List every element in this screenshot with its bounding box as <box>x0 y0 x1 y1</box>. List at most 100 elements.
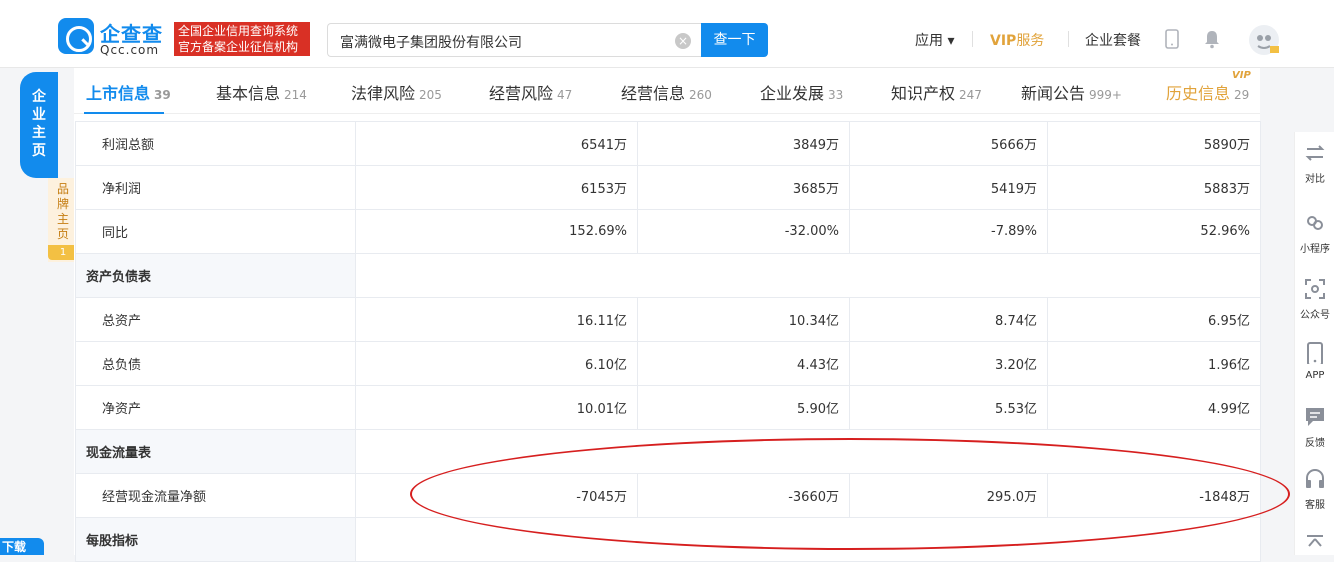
table-row: 净资产 10.01亿 5.90亿 5.53亿 4.99亿 <box>75 385 1261 430</box>
tab-development[interactable]: 企业发展 33 <box>760 80 843 104</box>
table-row: 总负债 6.10亿 4.43亿 3.20亿 1.96亿 <box>75 341 1261 386</box>
customer-service-button[interactable]: 客服 <box>1295 468 1334 511</box>
vip-service-label: 服务 <box>1016 33 1045 49</box>
cell-value: 152.69% <box>355 209 638 254</box>
row-label: 总负债 <box>75 341 356 386</box>
section-empty <box>355 253 1261 298</box>
tab-label: 历史信息 <box>1166 84 1231 103</box>
compare-button[interactable]: 对比 <box>1295 142 1334 185</box>
slogan-line-1: 全国企业信用查询系统 <box>178 24 299 38</box>
tab-label: 经营风险 <box>489 84 554 103</box>
cell-value: 3.20亿 <box>849 341 1048 386</box>
tab-count: 214 <box>284 88 307 102</box>
apps-menu[interactable]: 应用 ▾ <box>915 30 954 50</box>
cell-value: 6153万 <box>355 165 638 210</box>
tab-label: 知识产权 <box>891 84 956 103</box>
tab-history[interactable]: 历史信息 29 <box>1166 80 1249 104</box>
cell-value: 4.43亿 <box>637 341 850 386</box>
cell-value: 6541万 <box>355 121 638 166</box>
financial-table: 利润总额 6541万 3849万 5666万 5890万 净利润 6153万 3… <box>75 121 1261 562</box>
feedback-button[interactable]: 反馈 <box>1295 406 1334 449</box>
top-header: 企查查 Qcc.com 全国企业信用查询系统 官方备案企业征信机构 富满微电子集… <box>0 0 1334 68</box>
logo-domain: Qcc.com <box>100 43 160 57</box>
active-tab-indicator <box>84 112 164 114</box>
main-content: 上市信息 39 基本信息 214 法律风险 205 经营风险 47 经营信息 260 企业… <box>74 68 1261 562</box>
tab-legal-risk[interactable]: 法律风险 205 <box>351 80 442 104</box>
company-home-label: 企业主页 <box>32 89 46 159</box>
cell-value: -1848万 <box>1047 473 1261 518</box>
tab-operating-risk[interactable]: 经营风险 47 <box>489 80 572 104</box>
miniapp-button[interactable]: 小程序 <box>1295 212 1334 255</box>
app-label: APP <box>1305 370 1325 381</box>
official-account-button[interactable]: 公众号 <box>1295 278 1334 321</box>
tab-news[interactable]: 新闻公告 999+ <box>1021 80 1122 104</box>
tab-count: 39 <box>154 88 171 102</box>
mobile-icon[interactable] <box>1165 29 1179 49</box>
cell-value: 5.90亿 <box>637 385 850 430</box>
cell-value: 5666万 <box>849 121 1048 166</box>
table-row: 经营现金流量净额 -7045万 -3660万 295.0万 -1848万 <box>75 473 1261 518</box>
tab-ip[interactable]: 知识产权 247 <box>891 80 982 104</box>
row-label: 利润总额 <box>75 121 356 166</box>
vip-service-link[interactable]: VIP服务 <box>990 30 1044 50</box>
divider <box>972 31 973 47</box>
cell-value: 5890万 <box>1047 121 1261 166</box>
cell-value: 10.34亿 <box>637 297 850 342</box>
logo-icon <box>58 18 94 54</box>
cell-value: -3660万 <box>637 473 850 518</box>
row-label: 净资产 <box>75 385 356 430</box>
cell-value: -32.00% <box>637 209 850 254</box>
cell-value: 3849万 <box>637 121 850 166</box>
avatar[interactable] <box>1248 24 1280 56</box>
download-badge[interactable]: 下载 <box>0 538 44 555</box>
tab-basic-info[interactable]: 基本信息 214 <box>216 80 307 104</box>
divider <box>1068 31 1069 47</box>
row-label: 同比 <box>75 209 356 254</box>
feedback-icon <box>1306 408 1324 426</box>
tab-label: 法律风险 <box>351 84 416 103</box>
right-toolbar: 对比 小程序 公众号 APP 反馈 客服 <box>1294 132 1334 555</box>
mobile-app-icon <box>1307 342 1323 364</box>
slogan-line-2: 官方备案企业征信机构 <box>178 40 299 54</box>
table-row: 总资产 16.11亿 10.34亿 8.74亿 6.95亿 <box>75 297 1261 342</box>
cell-value: 1.96亿 <box>1047 341 1261 386</box>
search-input[interactable]: 富满微电子集团股份有限公司 × <box>327 23 701 57</box>
vip-label: VIP <box>990 33 1017 49</box>
clear-icon[interactable]: × <box>675 33 691 49</box>
tab-count: 205 <box>419 88 442 102</box>
tab-listing-info[interactable]: 上市信息 39 <box>86 80 171 104</box>
cell-value: -7045万 <box>355 473 638 518</box>
search-value: 富满微电子集团股份有限公司 <box>340 35 522 51</box>
cell-value: 6.10亿 <box>355 341 638 386</box>
package-link[interactable]: 企业套餐 <box>1085 30 1141 50</box>
cell-value: 8.74亿 <box>849 297 1048 342</box>
miniapp-label: 小程序 <box>1300 244 1330 255</box>
bell-icon[interactable] <box>1203 29 1221 49</box>
company-home-tab[interactable]: 企业主页 <box>20 72 58 178</box>
cell-value: 5883万 <box>1047 165 1261 210</box>
tab-bar: 上市信息 39 基本信息 214 法律风险 205 经营风险 47 经营信息 260 企业… <box>74 68 1260 114</box>
search-button[interactable]: 查一下 <box>701 23 768 57</box>
tab-label: 企业发展 <box>760 84 825 103</box>
back-to-top-button[interactable] <box>1295 534 1334 551</box>
miniapp-icon <box>1307 216 1323 230</box>
section-empty <box>355 429 1261 474</box>
tab-operating-info[interactable]: 经营信息 260 <box>621 80 712 104</box>
logo[interactable]: 企查查 Qcc.com <box>58 18 168 58</box>
tab-count: 47 <box>557 88 573 102</box>
cell-value: 4.99亿 <box>1047 385 1261 430</box>
cell-value: 16.11亿 <box>355 297 638 342</box>
app-button[interactable]: APP <box>1295 342 1334 381</box>
slogan-badge: 全国企业信用查询系统 官方备案企业征信机构 <box>174 22 310 56</box>
tab-count: 29 <box>1234 88 1250 102</box>
brand-home-label: 品牌主页 <box>57 182 70 241</box>
feedback-label: 反馈 <box>1305 438 1325 449</box>
compare-label: 对比 <box>1305 174 1325 185</box>
tab-count: 247 <box>959 88 982 102</box>
cell-value: 10.01亿 <box>355 385 638 430</box>
table-row: 利润总额 6541万 3849万 5666万 5890万 <box>75 121 1261 166</box>
tab-count: 33 <box>828 88 844 102</box>
table-row: 净利润 6153万 3685万 5419万 5883万 <box>75 165 1261 210</box>
tab-label: 新闻公告 <box>1021 84 1086 103</box>
cell-value: 5419万 <box>849 165 1048 210</box>
